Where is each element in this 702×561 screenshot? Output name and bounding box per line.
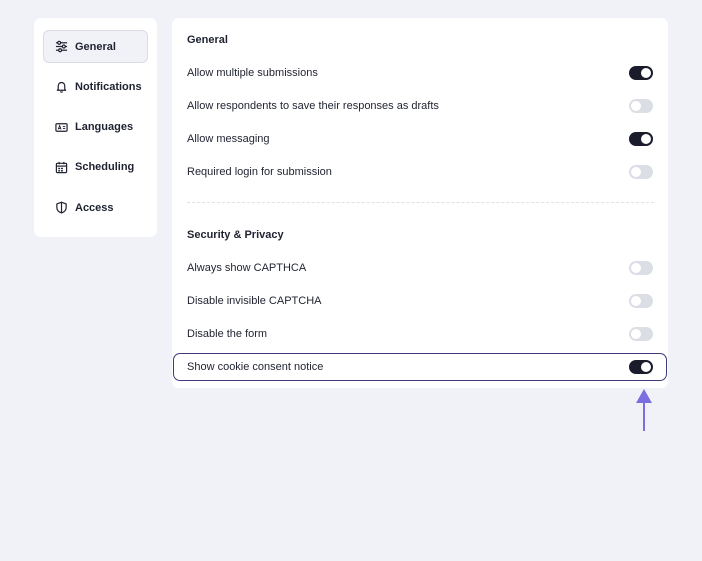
sidebar-item-scheduling[interactable]: Scheduling xyxy=(43,151,148,184)
pointer-arrow-icon xyxy=(636,389,652,431)
toggle-knob xyxy=(641,68,651,78)
setting-row-disable-form: Disable the form xyxy=(172,320,668,348)
toggle-switch[interactable] xyxy=(629,294,653,308)
setting-label: Always show CAPTHCA xyxy=(187,262,307,274)
language-icon xyxy=(55,121,68,134)
toggle-knob xyxy=(631,101,641,111)
setting-row-messaging: Allow messaging xyxy=(172,125,668,153)
setting-row-always-captcha: Always show CAPTHCA xyxy=(172,254,668,282)
calendar-icon xyxy=(55,161,68,174)
section-divider xyxy=(187,202,654,203)
toggle-switch[interactable] xyxy=(629,132,653,146)
sidebar-item-general[interactable]: General xyxy=(43,30,148,63)
setting-label: Disable the form xyxy=(187,328,268,340)
sidebar-item-languages[interactable]: Languages xyxy=(43,111,148,144)
toggle-switch[interactable] xyxy=(629,360,653,374)
toggle-knob xyxy=(641,362,651,372)
setting-row-save-drafts: Allow respondents to save their response… xyxy=(172,92,668,120)
toggle-knob xyxy=(631,263,641,273)
sidebar-item-notifications[interactable]: Notifications xyxy=(43,70,148,103)
toggle-knob xyxy=(631,167,641,177)
sidebar-item-label: Notifications xyxy=(75,80,142,93)
toggle-switch[interactable] xyxy=(629,66,653,80)
toggle-knob xyxy=(641,134,651,144)
sidebar-item-label: General xyxy=(75,40,116,53)
setting-label: Show cookie consent notice xyxy=(187,361,324,373)
toggle-switch[interactable] xyxy=(629,261,653,275)
settings-sidebar: General Notifications Languages Scheduli… xyxy=(34,18,157,237)
sidebar-item-label: Scheduling xyxy=(75,161,135,174)
setting-row-multiple-submissions: Allow multiple submissions xyxy=(172,59,668,87)
setting-label: Allow respondents to save their response… xyxy=(187,100,439,112)
shield-icon xyxy=(55,201,68,214)
setting-row-invisible-captcha: Disable invisible CAPTCHA xyxy=(172,287,668,315)
setting-row-cookie-consent: Show cookie consent notice xyxy=(173,353,667,381)
section-title-general: General xyxy=(187,34,228,46)
setting-label: Required login for submission xyxy=(187,166,332,178)
setting-label: Allow multiple submissions xyxy=(187,67,318,79)
sliders-icon xyxy=(55,40,68,53)
toggle-switch[interactable] xyxy=(629,99,653,113)
setting-row-required-login: Required login for submission xyxy=(172,158,668,186)
setting-label: Disable invisible CAPTCHA xyxy=(187,295,322,307)
sidebar-item-access[interactable]: Access xyxy=(43,191,148,224)
setting-label: Allow messaging xyxy=(187,133,270,145)
section-title-security: Security & Privacy xyxy=(187,229,284,241)
toggle-switch[interactable] xyxy=(629,165,653,179)
settings-panel: General Allow multiple submissions Allow… xyxy=(172,18,668,388)
toggle-knob xyxy=(631,296,641,306)
sidebar-item-label: Languages xyxy=(75,121,134,134)
toggle-knob xyxy=(631,329,641,339)
sidebar-item-label: Access xyxy=(75,201,114,214)
bell-icon xyxy=(55,80,68,94)
toggle-switch[interactable] xyxy=(629,327,653,341)
